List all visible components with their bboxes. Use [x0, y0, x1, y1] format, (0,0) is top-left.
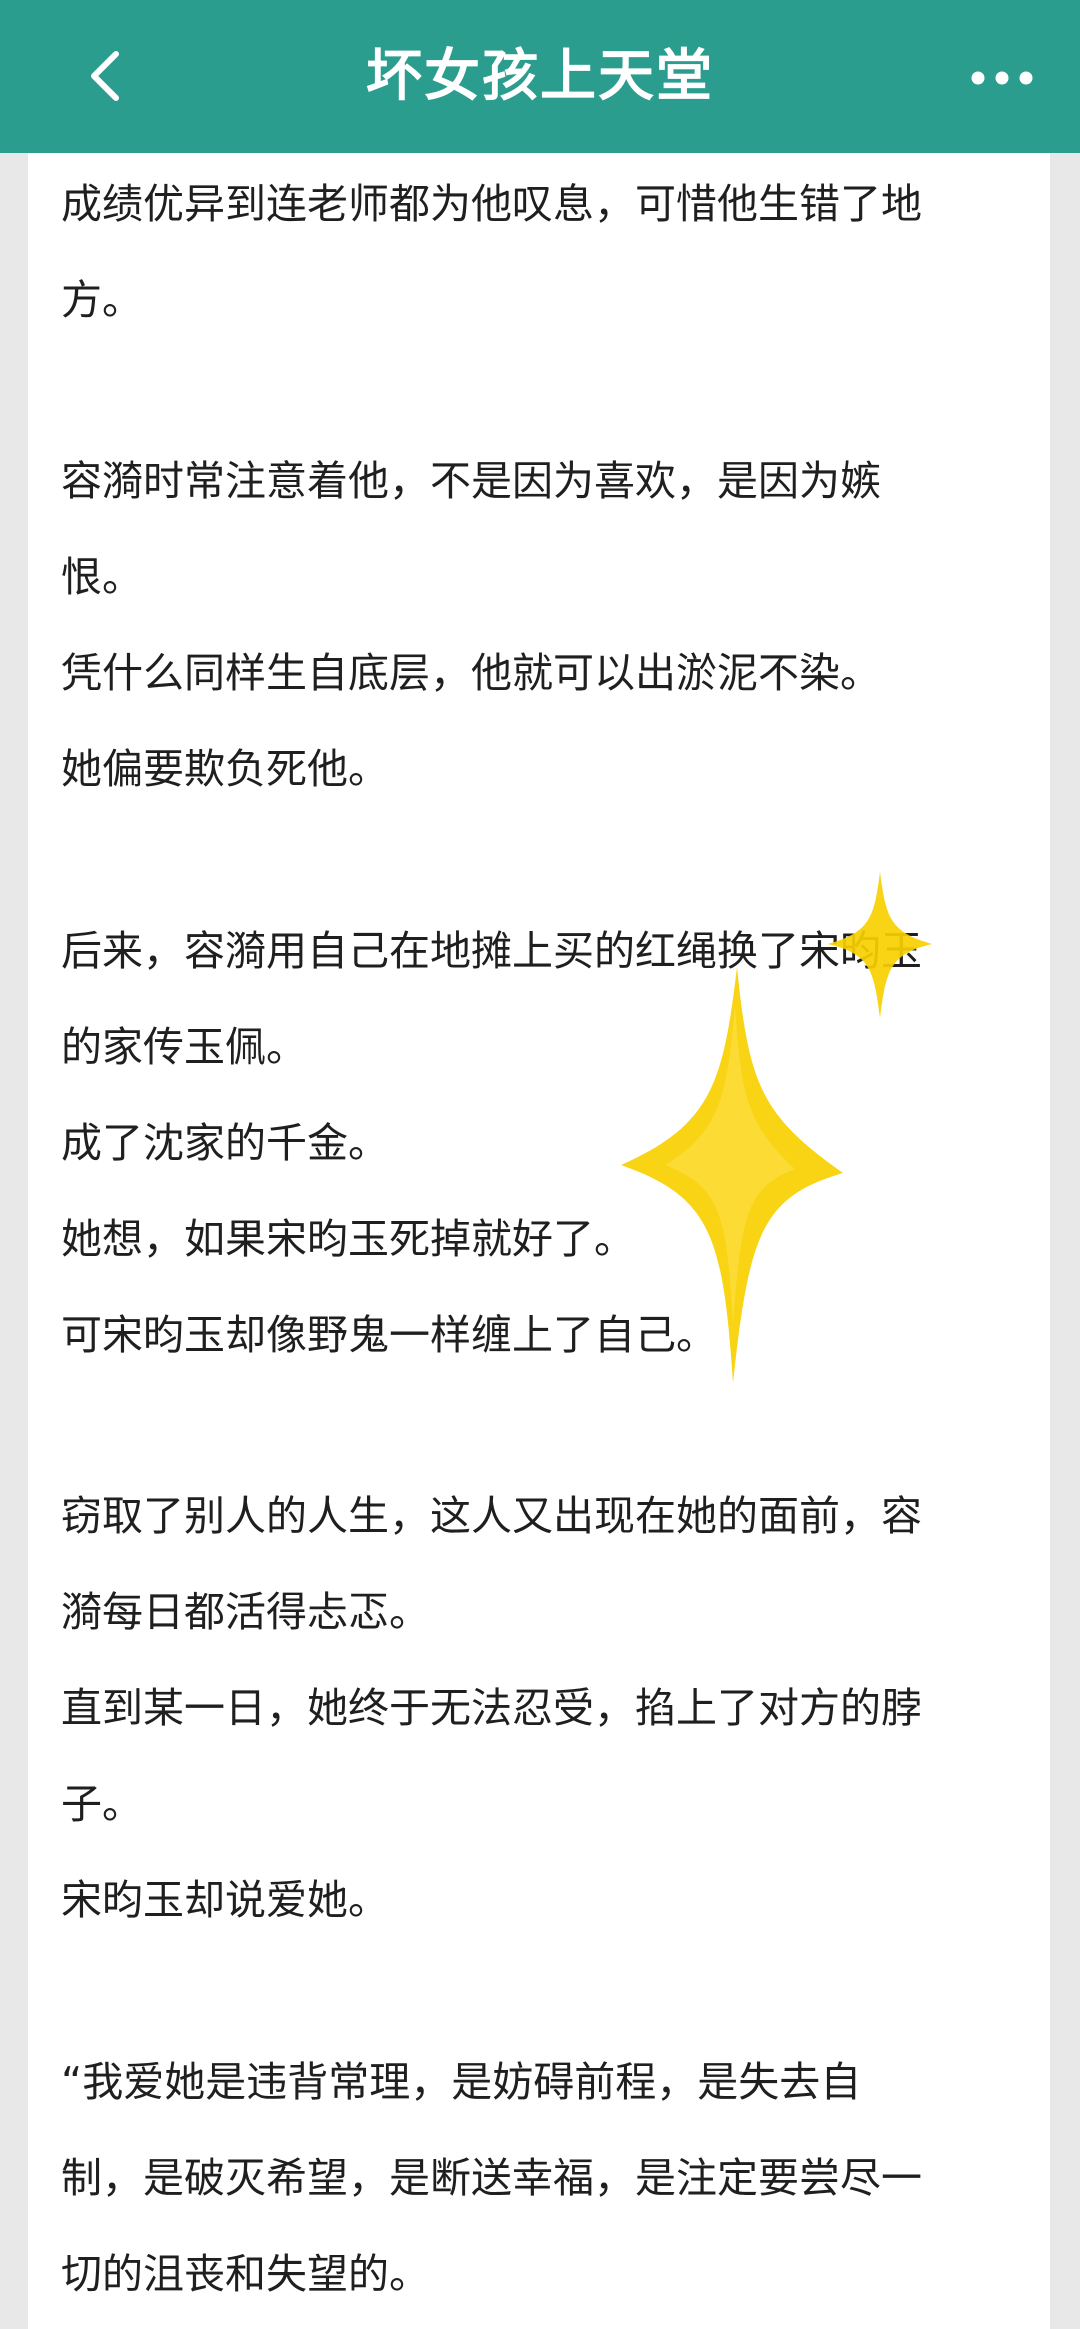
more-button[interactable]: [964, 50, 1040, 106]
text-line: 方。: [61, 276, 143, 324]
text-line: 凭什么同样生自底层，他就可以出淤泥不染。: [61, 649, 881, 697]
text-line: 窃取了别人的人生，这人又出现在她的面前，容: [61, 1492, 922, 1540]
text-line: 漪每日都活得忐忑。: [61, 1588, 430, 1636]
text-line: 容漪时常注意着他，不是因为喜欢，是因为嫉: [61, 457, 881, 505]
text-line: 直到某一日，她终于无法忍受，掐上了对方的脖: [61, 1684, 922, 1732]
text-line: 可宋昀玉却像野鬼一样缠上了自己。: [61, 1311, 717, 1359]
text-line: 成了沈家的千金。: [61, 1119, 389, 1167]
text-line: 切的沮丧和失望的。: [61, 2250, 430, 2298]
text-line: 制，是破灭希望，是断送幸福，是注定要尝尽一: [61, 2154, 922, 2202]
text-line: 她偏要欺负死他。: [61, 745, 389, 793]
text-line: 成绩优异到连老师都为他叹息，可惜他生错了地: [61, 180, 922, 228]
text-line: 宋昀玉却说爱她。: [61, 1876, 389, 1924]
text-line: 子。: [61, 1780, 143, 1828]
text-line: 后来，容漪用自己在地摊上买的红绳换了宋昀玉: [61, 927, 922, 975]
text-line: “我爱她是违背常理，是妨碍前程，是失去自: [61, 2058, 862, 2106]
text-line: 的家传玉佩。: [61, 1023, 307, 1071]
page-title: 坏女孩上天堂: [366, 44, 714, 109]
text-line: 她想，如果宋昀玉死掉就好了。: [61, 1215, 635, 1263]
more-horizontal-icon: [971, 71, 1033, 85]
app-header: 坏女孩上天堂: [0, 0, 1080, 153]
article-body: 成绩优异到连老师都为他叹息，可惜他生错了地 方。 容漪时常注意着他，不是因为喜欢…: [28, 153, 1050, 2329]
text-line: 恨。: [61, 553, 143, 601]
